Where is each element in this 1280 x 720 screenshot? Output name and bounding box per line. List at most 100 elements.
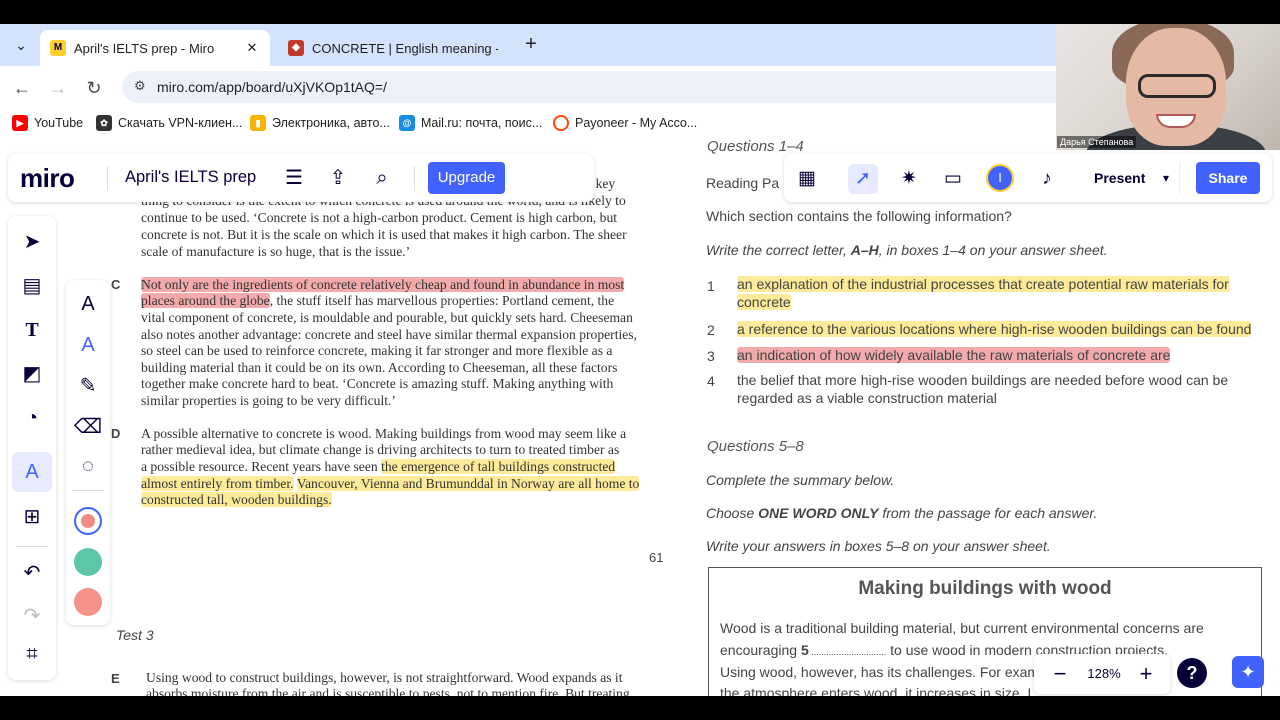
questions-heading: Questions 1–4 — [707, 140, 804, 155]
board-name[interactable]: April's IELTS prep — [125, 168, 256, 187]
tab-miro[interactable]: M April's IELTS prep - Miro ✕ — [40, 30, 270, 66]
miro-board-canvas[interactable]: what it does. ondon, says the key thing … — [0, 140, 1280, 696]
bookmark-mail[interactable]: @ Mail.ru: почта, поис... — [399, 115, 542, 131]
instruction: Complete the summary below. — [706, 472, 895, 488]
hamburger-menu-icon[interactable]: ☰ — [280, 164, 308, 192]
instruction-text: from the passage for each answer. — [878, 505, 1098, 521]
passage-line: places around the globe, the stuff itsel… — [141, 293, 661, 310]
yellow-highlight: constructed tall, wooden buildings. — [141, 492, 332, 507]
share-button[interactable]: Share — [1196, 162, 1260, 194]
instruction-text: A–H — [850, 242, 879, 258]
undo-icon[interactable]: ↶ — [12, 553, 52, 593]
eraser-icon[interactable]: ⌫ — [68, 407, 108, 447]
passage-text: a possible resource. Recent years have s… — [141, 459, 382, 474]
smart-draw-icon[interactable]: ✎ — [68, 366, 108, 406]
shapes-icon[interactable]: ◔ — [12, 398, 52, 438]
question-number: 3 — [707, 348, 715, 364]
comment-icon[interactable]: ▭ — [938, 164, 968, 194]
yellow-highlight: an explanation of the industrial process… — [737, 276, 1229, 310]
color-swatch-green[interactable] — [74, 548, 102, 576]
bookmark-label: Электроника, авто... — [272, 116, 390, 130]
export-icon[interactable]: ⇪ — [324, 164, 352, 192]
help-button[interactable]: ? — [1177, 658, 1207, 688]
color-swatch-selected[interactable] — [74, 507, 102, 535]
url-field[interactable]: ⚙ miro.com/app/board/uXjVKOp1tAQ=/ — [122, 71, 1082, 103]
swatch-color-dot — [81, 514, 95, 528]
apps-icon[interactable]: ▦ — [792, 164, 822, 194]
passage-line: concrete is not. But it is the scale on … — [141, 227, 627, 242]
zoom-out-icon[interactable]: − — [1046, 660, 1074, 688]
text-tool-icon[interactable]: T — [12, 310, 52, 350]
pen-tool-icon[interactable]: A — [12, 452, 52, 492]
reload-icon[interactable]: ↻ — [81, 75, 107, 101]
tab-search-chevron-icon[interactable]: ⌄ — [8, 32, 34, 58]
question-text: a reference to the various locations whe… — [737, 320, 1257, 338]
bookmark-shop[interactable]: ▮ Электроника, авто... — [250, 115, 390, 131]
new-tab-icon[interactable]: + — [518, 32, 544, 58]
chevron-down-icon[interactable]: ▾ — [1156, 162, 1176, 194]
paragraph-letter-d: D — [111, 426, 121, 441]
webcam-video: Дарья Степанова — [1056, 24, 1280, 150]
questions-heading: Questions 5–8 — [707, 438, 804, 455]
vpn-icon: ✿ — [96, 115, 112, 131]
bell-icon[interactable]: ♪ — [1032, 164, 1062, 194]
question-text: the belief that more high-rise wooden bu… — [737, 372, 1229, 406]
cursor-follow-icon[interactable]: ➚ — [848, 164, 878, 194]
redo-icon[interactable]: ↷ — [12, 596, 52, 636]
bookmark-youtube[interactable]: ▶ YouTube — [12, 115, 83, 131]
color-swatch-pink[interactable] — [74, 588, 102, 616]
search-icon[interactable]: ⌕ — [368, 164, 396, 192]
templates-icon[interactable]: ▤ — [12, 266, 52, 306]
url-text: miro.com/app/board/uXjVKOp1tAQ=/ — [157, 79, 387, 95]
highlighter-icon[interactable]: A — [68, 325, 108, 365]
passage-line: building material than it could be on it… — [141, 360, 618, 375]
bookmark-vpn[interactable]: ✿ Скачать VPN-клиен... — [96, 115, 242, 131]
instruction: Choose ONE WORD ONLY from the passage fo… — [706, 505, 1097, 521]
bookmark-label: Скачать VPN-клиен... — [118, 116, 243, 130]
tab-cambridge-dictionary[interactable]: ◆ CONCRETE | English meaning - — [278, 30, 508, 66]
questions-page: Questions 1–4 Reading Pah Which section … — [695, 140, 1280, 696]
zoom-controls: − 128% + — [1034, 654, 1170, 694]
ai-assistant-icon[interactable]: ✦ — [1232, 656, 1264, 688]
avatar[interactable]: I — [986, 164, 1014, 192]
zoom-level[interactable]: 128% — [1084, 666, 1124, 681]
upgrade-button[interactable]: Upgrade — [428, 162, 505, 194]
summary-line: Using wood, however, has its challenges.… — [720, 664, 1040, 680]
forward-arrow-icon[interactable]: → — [45, 75, 71, 101]
passage-text: , the stuff itself has marvellous proper… — [269, 293, 615, 308]
instruction: Write the correct letter, A–H, in boxes … — [706, 242, 1108, 258]
select-cursor-icon[interactable]: ➤ — [12, 222, 52, 262]
close-tab-icon[interactable]: ✕ — [244, 40, 260, 56]
divider — [414, 166, 415, 190]
test-label: Test 3 — [116, 627, 154, 643]
pen-icon[interactable]: A — [68, 284, 108, 324]
add-more-icon[interactable]: ⊞ — [12, 497, 52, 537]
bookmark-payoneer[interactable]: Payoneer - My Acco... — [553, 115, 697, 131]
miro-logo[interactable]: miro — [20, 163, 75, 194]
participant-name: Дарья Степанова — [1057, 136, 1137, 148]
shop-icon: ▮ — [250, 115, 266, 131]
back-arrow-icon[interactable]: ← — [9, 75, 35, 101]
lasso-icon[interactable]: ◌ — [68, 446, 108, 486]
summary-title: Making buildings with wood — [858, 578, 1112, 599]
divider — [107, 166, 108, 190]
question-number: 4 — [707, 373, 715, 389]
sticky-note-icon[interactable]: ◩ — [12, 354, 52, 394]
site-settings-icon[interactable]: ⚙ — [134, 78, 146, 94]
yellow-highlight: Vancouver, Vienna and Brumunddal in Norw… — [296, 476, 640, 491]
cambridge-favicon-icon: ◆ — [288, 40, 304, 56]
glasses — [1138, 74, 1216, 98]
passage-line: Using wood to construct buildings, howev… — [146, 670, 623, 685]
passage-line: together make concrete hard to beat. ‘Co… — [141, 376, 614, 391]
question-text: an indication of how widely available th… — [737, 346, 1257, 364]
zoom-in-icon[interactable]: + — [1132, 660, 1160, 688]
passage-line: a possible resource. Recent years have s… — [141, 459, 661, 476]
frame-icon[interactable]: ⌗ — [12, 634, 52, 674]
paragraph-letter-c: C — [111, 277, 121, 292]
instruction-text: ONE WORD ONLY — [758, 505, 879, 521]
tab-title: April's IELTS prep - Miro — [74, 40, 215, 56]
instruction: Write your answers in boxes 5–8 on your … — [706, 538, 1051, 554]
answer-gap: .............................. — [808, 647, 887, 657]
reading-line-text: Reading Pa — [706, 175, 780, 191]
reactions-icon[interactable]: ✷ — [894, 164, 924, 194]
